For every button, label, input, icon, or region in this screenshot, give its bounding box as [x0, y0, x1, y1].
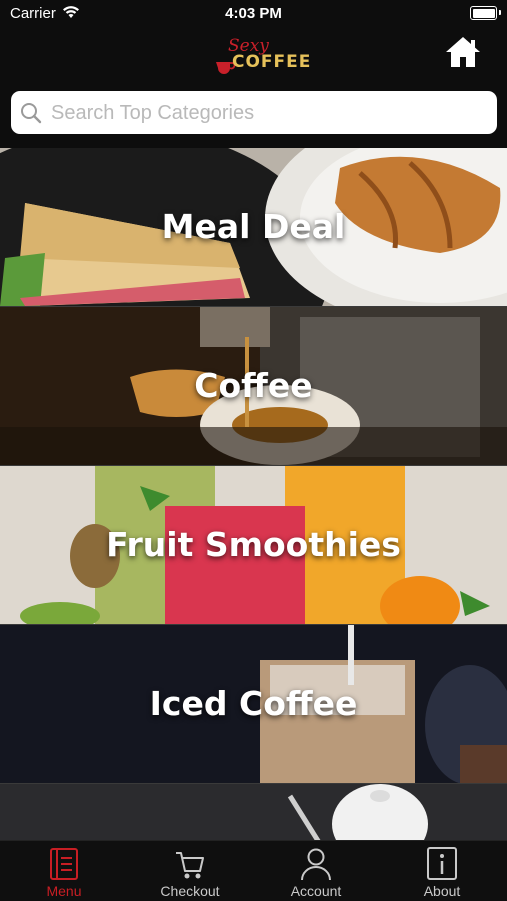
- app-header: Sexy COFFEE: [0, 28, 507, 86]
- menu-book-icon: [50, 848, 78, 880]
- tab-checkout[interactable]: Checkout: [127, 841, 253, 901]
- category-label: Iced Coffee: [149, 684, 358, 723]
- clock: 4:03 PM: [225, 5, 282, 22]
- tab-menu-label: Menu: [46, 883, 82, 899]
- category-coffee[interactable]: Coffee: [0, 307, 507, 466]
- category-label: Fruit Smoothies: [106, 525, 401, 564]
- status-bar: Carrier 4:03 PM: [0, 0, 507, 28]
- category-label: [0, 784, 507, 840]
- tab-about[interactable]: About: [379, 841, 505, 901]
- tab-menu[interactable]: Menu: [1, 841, 127, 901]
- category-iced-coffee[interactable]: Iced Coffee: [0, 625, 507, 784]
- cart-icon: [176, 852, 204, 879]
- category-label: Coffee: [194, 366, 313, 405]
- battery-icon: [470, 6, 501, 20]
- category-fruit-smoothies[interactable]: Fruit Smoothies: [0, 466, 507, 625]
- search-bar[interactable]: [11, 91, 497, 136]
- category-tea[interactable]: [0, 784, 507, 840]
- tab-bar: Menu Checkout Account About: [0, 840, 507, 901]
- category-label: Meal Deal: [161, 207, 346, 246]
- tab-checkout-label: Checkout: [160, 883, 220, 899]
- category-list[interactable]: Meal Deal Coffee Fruit Smoothies Iced Co…: [0, 148, 507, 840]
- info-icon: [427, 847, 457, 880]
- logo-word-text: COFFEE: [232, 52, 312, 72]
- brand-logo: Sexy COFFEE: [200, 36, 310, 76]
- user-icon: [301, 848, 331, 881]
- home-button[interactable]: [443, 34, 483, 72]
- search-input[interactable]: [49, 91, 473, 136]
- tab-account-label: Account: [290, 883, 342, 899]
- search-icon: [21, 103, 42, 124]
- tab-about-label: About: [423, 883, 461, 899]
- category-meal-deal[interactable]: Meal Deal: [0, 148, 507, 307]
- home-icon: [446, 37, 480, 67]
- tab-account[interactable]: Account: [253, 841, 379, 901]
